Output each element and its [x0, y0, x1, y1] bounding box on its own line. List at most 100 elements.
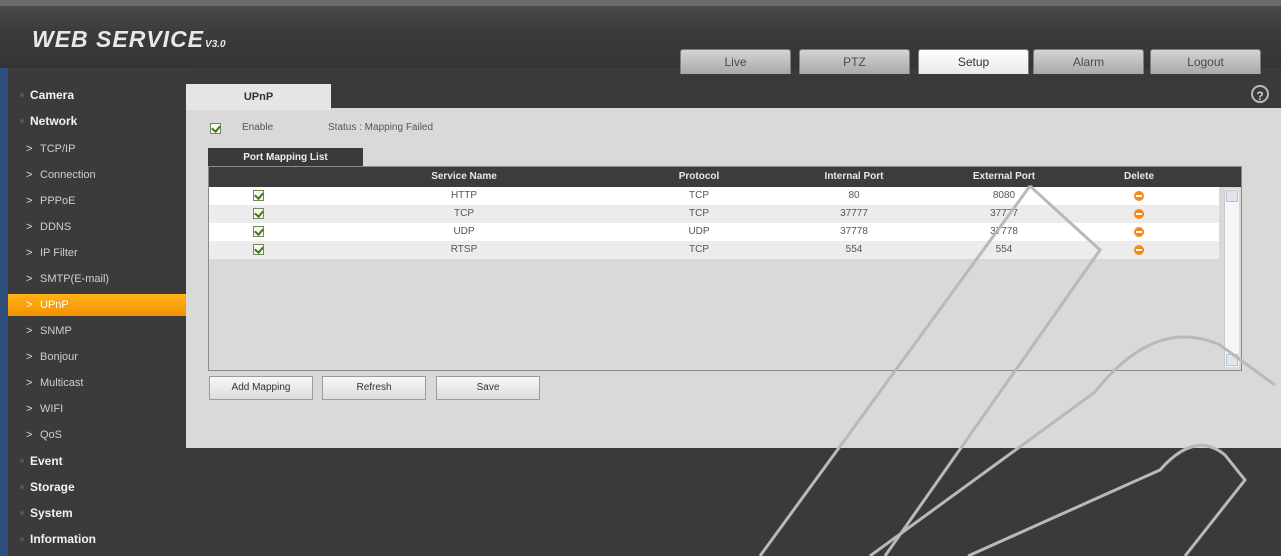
cell-protocol: TCP [689, 208, 709, 219]
logo: WEB SERVICEV3.0 [32, 26, 226, 53]
cell-external-port: 37778 [990, 226, 1018, 237]
bullet-icon [20, 119, 24, 123]
sidebar-item-multicast[interactable]: > Multicast [8, 372, 186, 394]
delete-icon[interactable] [1134, 209, 1144, 219]
cell-protocol: UDP [688, 226, 710, 237]
delete-icon[interactable] [1134, 227, 1144, 237]
sidebar-item-ddns[interactable]: > DDNS [8, 216, 186, 238]
sidebar-item-network[interactable]: Network [8, 110, 186, 132]
sidebar-item-connection[interactable]: > Connection [8, 164, 186, 186]
chevron-right-icon: > [26, 325, 33, 337]
row-checkbox[interactable] [253, 208, 264, 219]
sidebar-item-label: DDNS [40, 221, 72, 233]
chevron-right-icon: > [26, 143, 33, 155]
row-checkbox[interactable] [253, 226, 264, 237]
sidebar-item-pppoe[interactable]: > PPPoE [8, 190, 186, 212]
tab-ptz[interactable]: PTZ [799, 49, 910, 74]
chevron-right-icon: > [26, 429, 33, 441]
sidebar-item-ip-filter[interactable]: > IP Filter [8, 242, 186, 264]
row-checkbox[interactable] [253, 244, 264, 255]
column-header-delete: Delete [1123, 171, 1154, 182]
sidebar-item-label: TCP/IP [40, 143, 76, 155]
sidebar-item-label: UPnP [40, 299, 69, 311]
cell-service-name: RTSP [450, 244, 478, 255]
cell-external-port: 37777 [990, 208, 1018, 219]
table-row[interactable]: RTSP TCP 554 554 [209, 241, 1219, 259]
refresh-button[interactable]: Refresh [322, 376, 426, 400]
column-header-service-name: Service Name [431, 171, 497, 182]
table-scrollbar[interactable] [1224, 189, 1239, 367]
status-text: Status : Mapping Failed [328, 122, 434, 133]
cell-service-name: HTTP [450, 190, 478, 201]
tab-live[interactable]: Live [680, 49, 791, 74]
sidebar-item-label: System [30, 506, 73, 520]
chevron-right-icon: > [26, 299, 33, 311]
scroll-up-icon[interactable] [1226, 190, 1238, 202]
sidebar-item-label: Multicast [40, 377, 84, 389]
row-checkbox[interactable] [253, 190, 264, 201]
tab-setup[interactable]: Setup [918, 49, 1029, 74]
scroll-down-icon[interactable] [1226, 354, 1238, 366]
cell-internal-port: 80 [848, 190, 860, 201]
bullet-icon [20, 93, 24, 97]
sidebar-item-wifi[interactable]: > WIFI [8, 398, 186, 420]
table-row[interactable]: UDP UDP 37778 37778 [209, 223, 1219, 241]
delete-icon[interactable] [1134, 191, 1144, 201]
sidebar-item-event[interactable]: Event [8, 450, 186, 472]
column-header-protocol: Protocol [678, 171, 720, 182]
enable-checkbox[interactable] [210, 123, 221, 134]
chevron-right-icon: > [26, 351, 33, 363]
delete-icon[interactable] [1134, 245, 1144, 255]
logo-version: V3.0 [205, 39, 226, 50]
help-icon[interactable]: ? [1251, 85, 1269, 103]
tab-alarm[interactable]: Alarm [1033, 49, 1144, 74]
sidebar-item-label: SNMP [40, 325, 72, 337]
cell-external-port: 554 [995, 244, 1013, 255]
column-header-internal-port: Internal Port [824, 171, 884, 182]
sidebar-item-label: QoS [40, 429, 63, 441]
sidebar-item-camera[interactable]: Camera [8, 84, 186, 106]
tab-upnp[interactable]: UPnP [186, 84, 332, 110]
cell-internal-port: 37777 [840, 208, 868, 219]
sidebar-item-label: Bonjour [40, 351, 78, 363]
logo-text: WEB SERVICE [32, 26, 205, 52]
save-button[interactable]: Save [436, 376, 540, 400]
tab-logout[interactable]: Logout [1150, 49, 1261, 74]
sidebar-item-smtp[interactable]: > SMTP(E-mail) [8, 268, 186, 290]
enable-label: Enable [242, 122, 274, 133]
chevron-right-icon: > [26, 377, 33, 389]
bullet-icon [20, 459, 24, 463]
cell-service-name: UDP [453, 226, 475, 237]
sidebar-item-label: Event [30, 454, 63, 468]
sidebar-item-label: IP Filter [40, 247, 78, 259]
chevron-right-icon: > [26, 169, 33, 181]
sidebar-item-qos[interactable]: > QoS [8, 424, 186, 446]
sidebar-item-upnp[interactable]: > UPnP [8, 294, 186, 316]
bullet-icon [20, 511, 24, 515]
bullet-icon [20, 485, 24, 489]
sidebar-item-bonjour[interactable]: > Bonjour [8, 346, 186, 368]
sidebar-item-label: PPPoE [40, 195, 76, 207]
sidebar-item-label: Network [30, 114, 78, 128]
sidebar-item-system[interactable]: System [8, 502, 186, 524]
sidebar-item-label: WIFI [40, 403, 64, 415]
sidebar: Camera Network > TCP/IP > Connection > PPPo… [0, 68, 186, 556]
tab-port-mapping-list[interactable]: Port Mapping List [208, 148, 363, 167]
cell-internal-port: 554 [845, 244, 863, 255]
sidebar-item-tcpip[interactable]: > TCP/IP [8, 138, 186, 160]
cell-external-port: 8080 [992, 190, 1016, 201]
sidebar-item-snmp[interactable]: > SNMP [8, 320, 186, 342]
sidebar-item-label: Camera [30, 88, 75, 102]
table-row[interactable]: HTTP TCP 80 8080 [209, 187, 1219, 205]
cell-protocol: TCP [689, 244, 709, 255]
cell-internal-port: 37778 [840, 226, 868, 237]
add-mapping-button[interactable]: Add Mapping [209, 376, 313, 400]
table-header: Service Name Protocol Internal Port Exte… [209, 167, 1241, 187]
sidebar-item-storage[interactable]: Storage [8, 476, 186, 498]
table-row[interactable]: TCP TCP 37777 37777 [209, 205, 1219, 223]
chevron-right-icon: > [26, 195, 33, 207]
sidebar-item-information[interactable]: Information [8, 528, 186, 550]
bullet-icon [20, 537, 24, 541]
sidebar-item-label: SMTP(E-mail) [40, 273, 110, 285]
main-panel: UPnP ? Enable Status : Mapping Failed Po… [186, 84, 1281, 448]
